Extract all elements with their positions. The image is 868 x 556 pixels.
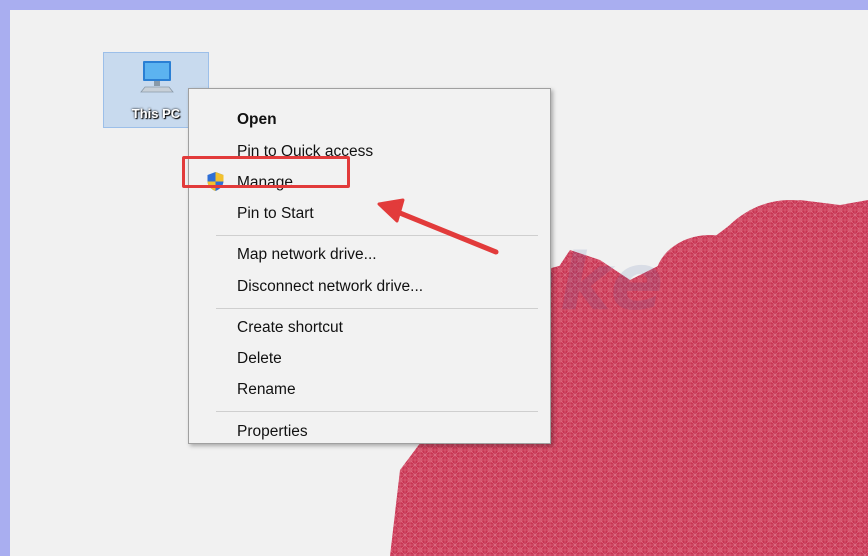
menu-item-create-shortcut[interactable]: Create shortcut — [237, 319, 343, 337]
menu-separator — [216, 308, 538, 309]
manage-highlight-box — [182, 156, 350, 188]
menu-item-map-network-drive[interactable]: Map network drive... — [237, 246, 377, 264]
context-menu: Open Pin to Quick access Manage Pin to S… — [188, 88, 551, 444]
menu-item-delete[interactable]: Delete — [237, 350, 282, 368]
menu-separator — [216, 235, 538, 236]
menu-item-properties[interactable]: Properties — [237, 423, 308, 441]
menu-separator — [216, 411, 538, 412]
computer-icon — [140, 61, 174, 93]
menu-item-disconnect-network-drive[interactable]: Disconnect network drive... — [237, 278, 423, 296]
menu-item-pin-to-start[interactable]: Pin to Start — [237, 205, 314, 223]
menu-item-open[interactable]: Open — [237, 111, 277, 129]
menu-item-rename[interactable]: Rename — [237, 381, 296, 399]
